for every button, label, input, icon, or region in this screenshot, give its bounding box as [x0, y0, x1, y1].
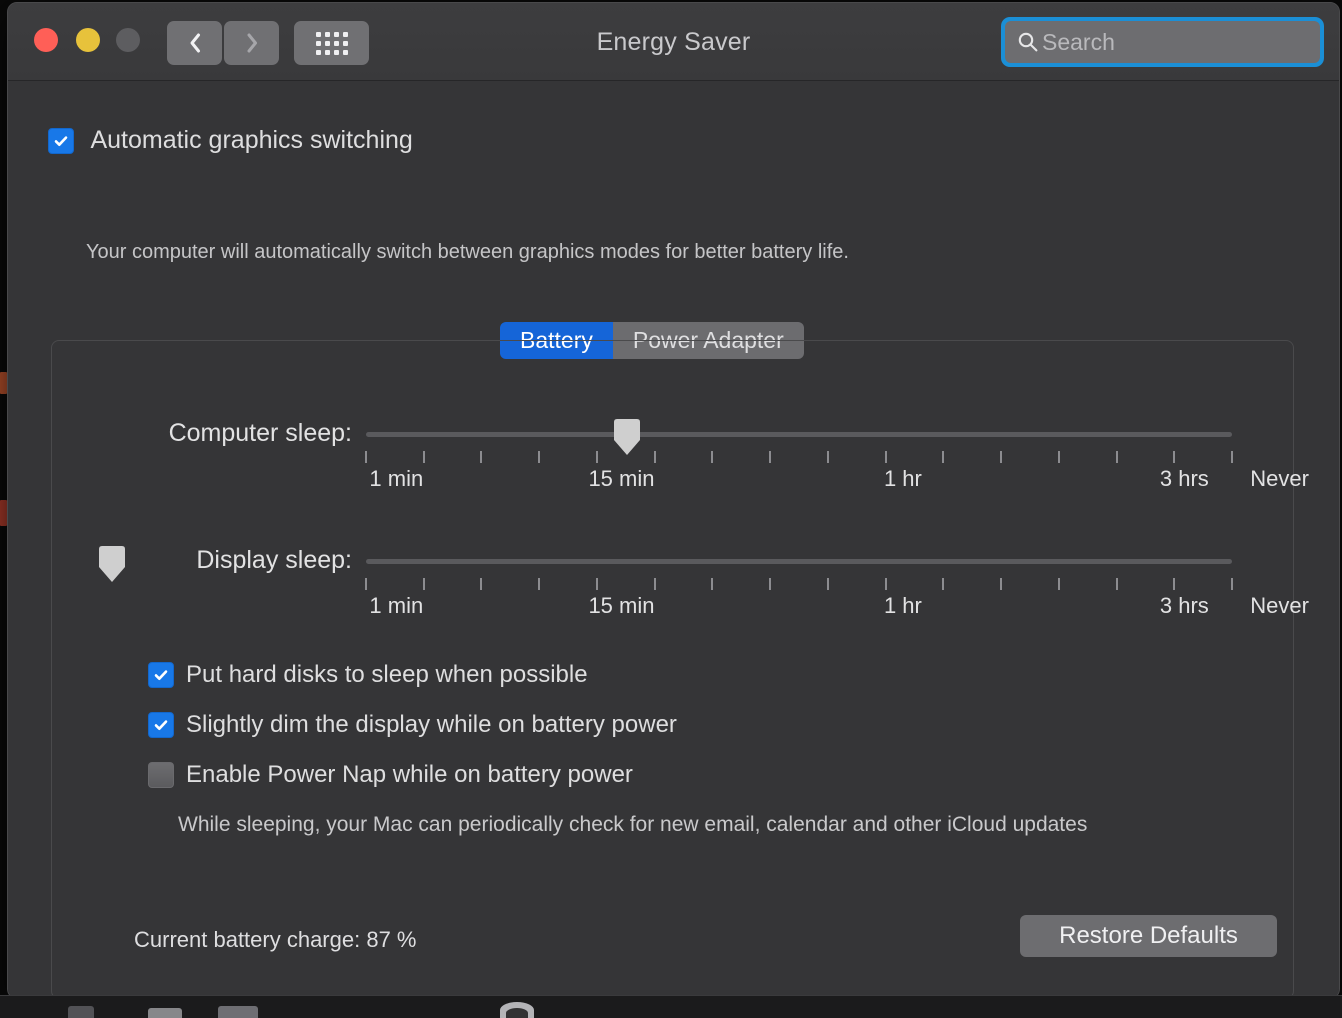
slider-tick [1173, 578, 1176, 590]
checkmark-icon [54, 135, 68, 146]
slightly-dim-display-checkbox[interactable] [148, 712, 174, 738]
window-titlebar: Energy Saver Search [8, 3, 1339, 81]
display-sleep-track[interactable] [366, 559, 1232, 564]
slider-tick [1173, 451, 1176, 463]
option-row-hard-disks[interactable]: Put hard disks to sleep when possible [148, 661, 677, 689]
computer-sleep-ticks [365, 451, 1233, 463]
slider-tick [422, 578, 425, 590]
slider-tick [884, 451, 887, 463]
slider-scale-label: 1 min [369, 593, 424, 618]
checkmark-icon [154, 720, 168, 730]
slider-tick [538, 451, 541, 463]
background-window-sliver [0, 372, 7, 394]
slider-scale-label: 3 hrs [1159, 593, 1209, 618]
slider-tick [711, 578, 714, 590]
slider-scale-label: Never [1250, 593, 1309, 618]
automatic-graphics-switching-checkbox[interactable] [48, 127, 74, 154]
slider-tick [480, 578, 483, 590]
slider-tick [769, 578, 772, 590]
background-window-sliver [0, 500, 7, 526]
automatic-graphics-switching-row[interactable]: Automatic graphics switching [48, 126, 413, 155]
slider-tick [1231, 451, 1233, 463]
options-group: Put hard disks to sleep when possible Sl… [148, 661, 1087, 836]
slider-tick [826, 578, 829, 590]
checkmark-icon [154, 670, 168, 680]
computer-sleep-track[interactable] [366, 432, 1232, 437]
slider-scale-label: 1 hr [883, 593, 922, 618]
slider-tick [365, 578, 367, 590]
slider-tick [595, 451, 598, 463]
slider-thumb-icon [98, 546, 125, 582]
slider-scale-label: 1 hr [883, 466, 922, 491]
enable-power-nap-checkbox[interactable] [148, 762, 174, 788]
current-battery-charge: Current battery charge: 87 % [134, 927, 417, 952]
search-input[interactable]: Search [1005, 21, 1320, 63]
computer-sleep-scale: 1 min 15 min 1 hr 3 hrs Never [366, 466, 1309, 494]
slider-tick [422, 451, 425, 463]
slider-tick [1231, 578, 1233, 590]
slider-scale-label: 3 hrs [1159, 466, 1209, 491]
slider-tick [1115, 578, 1118, 590]
slider-tick [769, 451, 772, 463]
display-sleep-thumb[interactable] [95, 545, 129, 583]
slider-tick [1057, 451, 1060, 463]
display-sleep-scale: 1 min 15 min 1 hr 3 hrs Never [366, 593, 1309, 621]
slider-tick [942, 578, 945, 590]
enable-power-nap-label: Enable Power Nap while on battery power [186, 761, 633, 788]
slider-tick [538, 578, 541, 590]
energy-saver-window: Energy Saver Search Automatic graphics s… [7, 2, 1340, 999]
power-nap-description: While sleeping, your Mac can periodicall… [178, 813, 1088, 836]
automatic-graphics-switching-label: Automatic graphics switching [90, 126, 413, 154]
slider-tick [1115, 451, 1118, 463]
option-row-dim-display[interactable]: Slightly dim the display while on batter… [148, 711, 677, 739]
search-icon [1018, 32, 1038, 52]
slider-scale-label: 1 min [369, 466, 424, 491]
slider-tick [653, 451, 656, 463]
slider-tick [653, 578, 656, 590]
dock-item [506, 1008, 528, 1018]
slider-tick [595, 578, 598, 590]
slider-scale-label: 15 min [588, 466, 655, 491]
window-content: Automatic graphics switching Your comput… [8, 81, 1339, 998]
option-row-power-nap[interactable]: Enable Power Nap while on battery power [148, 761, 677, 789]
slider-tick [1057, 578, 1060, 590]
slider-tick [711, 451, 714, 463]
slider-tick [826, 451, 829, 463]
slider-tick [365, 451, 367, 463]
display-sleep-ticks [365, 578, 1233, 590]
search-placeholder: Search [1042, 28, 1115, 55]
dock-item[interactable] [218, 1006, 258, 1018]
restore-defaults-button[interactable]: Restore Defaults [1020, 915, 1277, 957]
slightly-dim-display-label: Slightly dim the display while on batter… [186, 711, 677, 738]
search-field-focus-ring: Search [1001, 17, 1324, 67]
computer-sleep-label: Computer sleep: [168, 419, 352, 447]
dock-item[interactable] [148, 1008, 182, 1018]
put-hard-disks-to-sleep-checkbox[interactable] [148, 662, 174, 688]
put-hard-disks-to-sleep-label: Put hard disks to sleep when possible [186, 661, 588, 688]
dock[interactable] [0, 995, 1342, 1018]
automatic-graphics-switching-description: Your computer will automatically switch … [86, 241, 849, 263]
settings-panel: Computer sleep: 1 min 15 min 1 hr 3 hrs Neve… [51, 340, 1309, 998]
slider-tick [1000, 451, 1003, 463]
slider-tick [1000, 578, 1003, 590]
slider-scale-label: Never [1250, 466, 1309, 491]
slider-tick [480, 451, 483, 463]
slider-tick [884, 578, 887, 590]
dock-item[interactable] [68, 1006, 94, 1018]
slider-tick [942, 451, 945, 463]
slider-scale-label: 15 min [588, 593, 655, 618]
